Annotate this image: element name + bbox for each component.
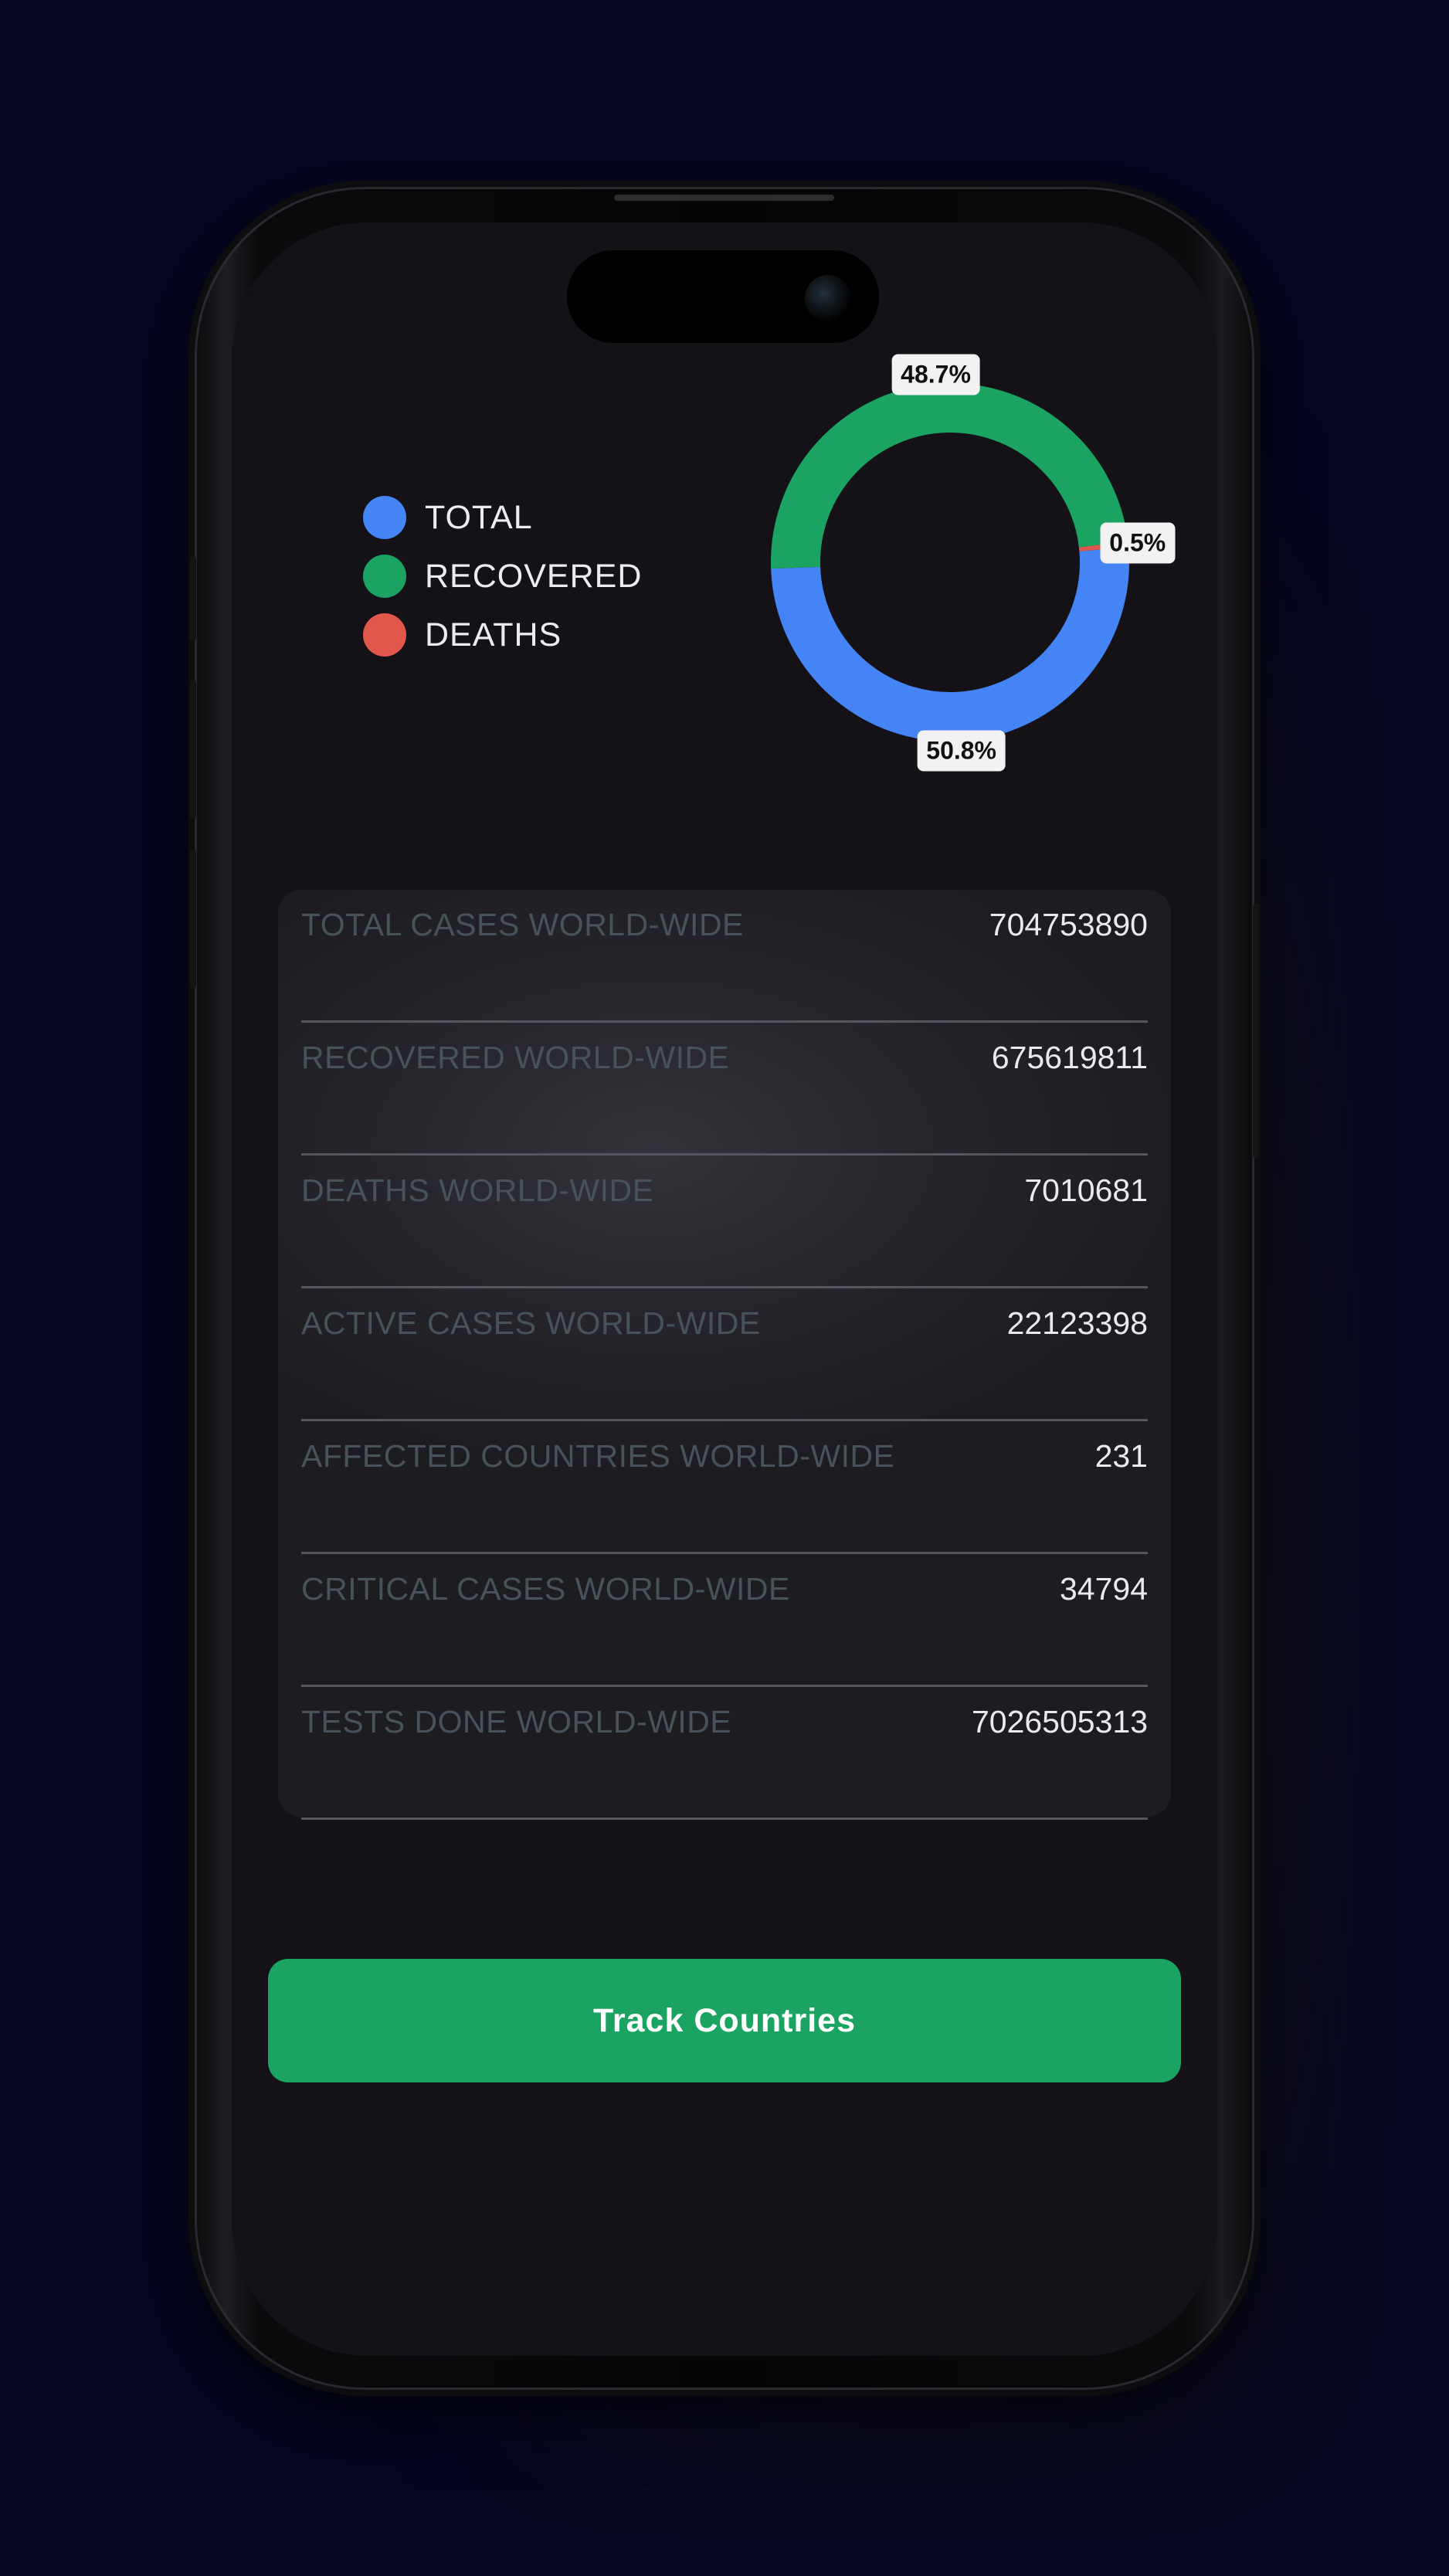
stat-row-tests-done: TESTS DONE WORLD-WIDE 7026505313 <box>301 1687 1148 1820</box>
silent-switch <box>190 556 196 641</box>
phone-speaker-grille <box>614 195 834 201</box>
stat-value: 231 <box>1094 1438 1148 1474</box>
legend-dot-total <box>363 496 406 539</box>
stat-label: TOTAL CASES WORLD-WIDE <box>301 907 744 942</box>
stat-row-total-cases: TOTAL CASES WORLD-WIDE 704753890 <box>301 890 1148 1023</box>
legend-item-total: TOTAL <box>363 488 642 547</box>
power-button <box>1253 904 1259 1159</box>
chart-legend: TOTAL RECOVERED DEATHS <box>363 488 642 664</box>
legend-label-deaths: DEATHS <box>425 616 562 653</box>
stat-value: 675619811 <box>991 1040 1148 1075</box>
donut-chart: 50.8% 0.5% 48.7% <box>734 346 1176 779</box>
stat-label: RECOVERED WORLD-WIDE <box>301 1040 730 1075</box>
legend-item-recovered: RECOVERED <box>363 547 642 606</box>
donut-slice-total <box>771 547 1129 742</box>
legend-dot-recovered <box>363 555 406 598</box>
stat-value: 22123398 <box>1006 1305 1148 1341</box>
stat-value: 7010681 <box>1024 1173 1148 1208</box>
stat-row-affected-countries: AFFECTED COUNTRIES WORLD-WIDE 231 <box>301 1421 1148 1554</box>
volume-up-button <box>190 680 196 819</box>
stat-row-active-cases: ACTIVE CASES WORLD-WIDE 22123398 <box>301 1288 1148 1421</box>
front-camera-icon <box>805 275 851 321</box>
track-countries-button[interactable]: Track Countries <box>268 1959 1181 2082</box>
legend-item-deaths: DEATHS <box>363 606 642 664</box>
donut-slice-recovered <box>771 383 1128 569</box>
donut-label-recovered: 48.7% <box>891 354 980 395</box>
stat-label: AFFECTED COUNTRIES WORLD-WIDE <box>301 1438 895 1474</box>
legend-dot-deaths <box>363 613 406 657</box>
stat-value: 704753890 <box>989 907 1148 942</box>
stat-label: TESTS DONE WORLD-WIDE <box>301 1704 732 1739</box>
donut-chart-svg <box>771 383 1129 742</box>
legend-label-recovered: RECOVERED <box>425 557 643 595</box>
donut-label-deaths: 0.5% <box>1100 522 1176 564</box>
stat-label: ACTIVE CASES WORLD-WIDE <box>301 1305 761 1341</box>
app-screen: TOTAL RECOVERED DEATHS 50.8% 0.5% 48.7% TO… <box>232 222 1217 2356</box>
volume-down-button <box>190 850 196 989</box>
stat-value: 7026505313 <box>971 1704 1148 1739</box>
stat-row-deaths: DEATHS WORLD-WIDE 7010681 <box>301 1156 1148 1288</box>
stat-value: 34794 <box>1059 1571 1148 1607</box>
dynamic-island <box>567 250 879 343</box>
donut-label-total: 50.8% <box>917 730 1006 772</box>
legend-label-total: TOTAL <box>425 498 533 536</box>
stats-card: TOTAL CASES WORLD-WIDE 704753890 RECOVER… <box>278 890 1171 1820</box>
stat-label: DEATHS WORLD-WIDE <box>301 1173 654 1208</box>
stat-row-recovered: RECOVERED WORLD-WIDE 675619811 <box>301 1023 1148 1156</box>
stat-label: CRITICAL CASES WORLD-WIDE <box>301 1571 790 1607</box>
stat-row-critical-cases: CRITICAL CASES WORLD-WIDE 34794 <box>301 1554 1148 1687</box>
